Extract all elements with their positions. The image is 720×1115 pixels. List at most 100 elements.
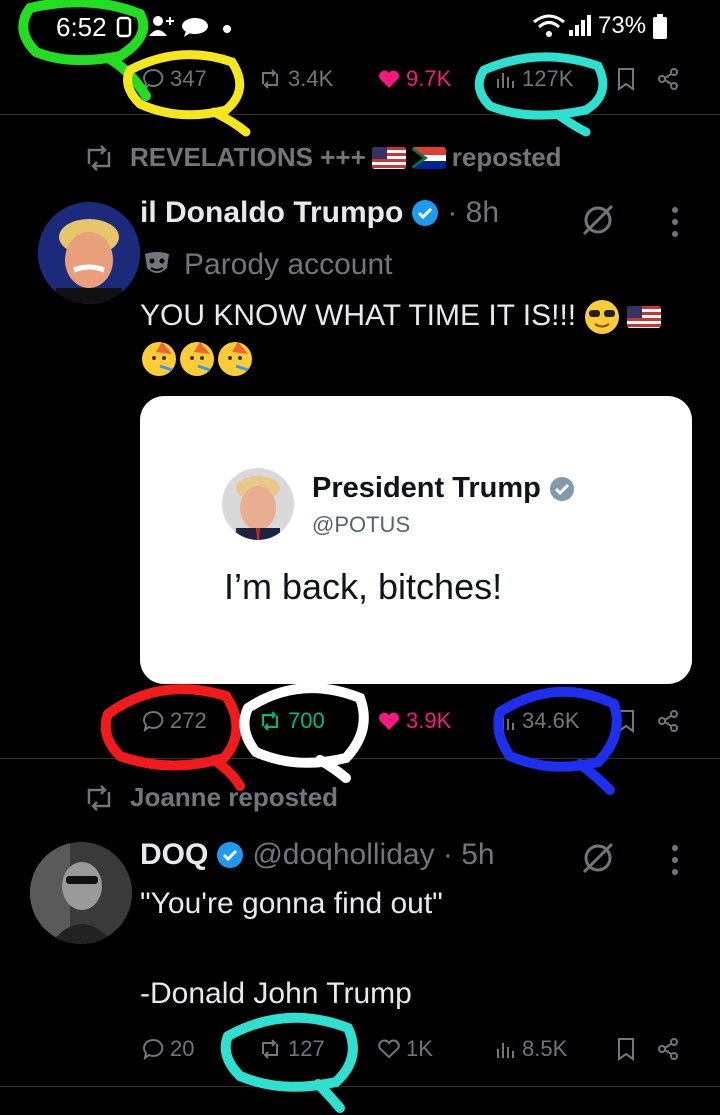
post-text-line1: "You're gonna find out" [140,887,443,920]
divider [0,758,720,759]
views-icon [496,69,516,89]
views-button[interactable]: 8.5K [496,1036,567,1062]
more-options-icon[interactable] [670,206,680,238]
parody-label: Parody account [142,248,392,282]
views-count: 127K [522,66,574,91]
top-repost-button[interactable]: 3.4K [258,66,333,92]
repost-count: 700 [288,708,325,733]
repost-context[interactable]: Joanne reposted [82,782,338,813]
top-like-button[interactable]: 9.7K [378,66,451,92]
post1-header: il Donaldo Trumpo · 8h [140,196,499,230]
battery-percent: 73% [598,12,647,39]
reply-button[interactable]: 20 [142,1036,194,1062]
bookmark-icon [616,1037,636,1061]
author-name[interactable]: il Donaldo Trumpo [140,196,403,230]
status-time: 6:52 [56,12,107,42]
repost-icon [82,784,116,812]
embedded-name: President Trump [312,472,541,504]
heart-filled-icon [378,711,400,731]
reposted-label: reposted [451,142,562,172]
reposter-label: Joanne reposted [130,782,339,812]
heart-outline-icon [378,1039,400,1059]
like-button[interactable]: 3.9K [378,708,451,734]
person-add-icon [148,14,176,38]
views-icon [496,1039,516,1059]
us-flag-icon [371,146,406,169]
repost-count: 127 [288,1036,325,1061]
sunglasses-emoji-icon [584,300,619,335]
party-face-emoji-icon [218,342,252,376]
top-bookmark-button[interactable] [616,67,636,91]
embedded-header: President Trump [312,472,575,505]
repost-icon [258,1038,282,1060]
bookmark-button[interactable] [616,709,636,733]
us-flag-icon [626,306,661,329]
repost-button[interactable]: 127 [258,1036,325,1062]
reply-button[interactable]: 272 [142,708,207,734]
like-button[interactable]: 1K [378,1036,433,1062]
verified-icon [216,841,244,869]
post-text-line2: -Donald John Trump [140,977,412,1010]
share-button[interactable] [656,1037,680,1061]
repost-button[interactable]: 700 [258,708,325,734]
post-time: · 8h [447,196,500,229]
grok-icon[interactable] [578,200,618,240]
wifi-icon [532,12,566,40]
views-count: 8.5K [522,1036,568,1061]
like-count: 1K [406,1036,433,1061]
handle-time: @doqholliday · 5h [252,838,495,871]
top-reply-button[interactable]: 347 [142,66,207,92]
share-icon [656,67,680,91]
post2-header: DOQ @doqholliday · 5h [140,838,495,872]
like-count: 3.9K [406,708,452,733]
party-face-emoji-icon [180,342,214,376]
reply-icon [142,1038,164,1060]
like-count: 9.7K [406,66,452,91]
grok-icon[interactable] [578,838,618,878]
government-verified-icon [549,476,575,502]
author-name[interactable]: DOQ [140,838,208,872]
parody-mask-icon [142,250,172,280]
reposter-name: REVELATIONS +++ [130,142,366,172]
post-text: YOU KNOW WHAT TIME IT IS!!! [140,296,661,337]
top-views-button[interactable]: 127K [496,66,573,92]
avatar[interactable] [30,842,132,944]
reply-count: 20 [170,1036,195,1061]
notification-icon [116,16,134,38]
repost-icon [258,710,282,732]
repost-context[interactable]: REVELATIONS +++ reposted [82,142,562,173]
signal-icon [568,14,592,38]
repost-icon [258,68,282,90]
reply-count: 272 [170,708,207,733]
bookmark-icon [616,67,636,91]
dot-icon [222,24,232,34]
share-icon [656,709,680,733]
more-options-icon[interactable] [670,844,680,876]
south-africa-flag-icon [411,146,446,169]
divider [0,114,720,115]
views-icon [496,711,516,731]
message-icon [180,16,210,38]
top-share-button[interactable] [656,67,680,91]
embedded-avatar [222,468,294,540]
verified-icon [411,199,439,227]
reply-count: 347 [170,66,207,91]
bookmark-icon [616,709,636,733]
bookmark-button[interactable] [616,1037,636,1061]
heart-filled-icon [378,69,400,89]
avatar[interactable] [38,202,140,304]
share-button[interactable] [656,709,680,733]
party-face-emoji-icon [142,342,176,376]
reply-icon [142,68,164,90]
embedded-text: I’m back, bitches! [224,566,503,607]
battery-icon [652,14,668,40]
repost-icon [82,144,116,172]
share-icon [656,1037,680,1061]
party-emojis [142,342,252,376]
divider [0,1086,720,1087]
embedded-image-card[interactable]: President Trump @POTUS I’m back, bitches… [140,396,692,684]
views-button[interactable]: 34.6K [496,708,580,734]
repost-count: 3.4K [288,66,334,91]
reply-icon [142,710,164,732]
embedded-handle: @POTUS [312,512,411,537]
